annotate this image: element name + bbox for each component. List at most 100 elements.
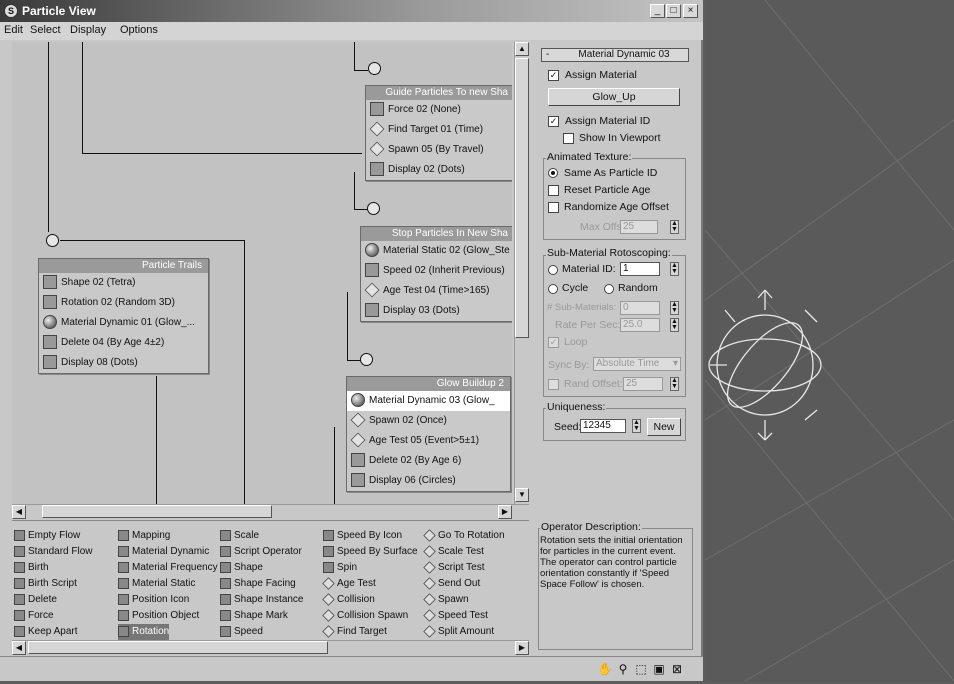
- zoom-region-icon[interactable]: ⬚: [633, 661, 649, 677]
- operator-row[interactable]: Force 02 (None): [366, 100, 512, 120]
- material-id-spinner-icon[interactable]: ▲ ▼: [670, 262, 679, 276]
- depot-item-rotation[interactable]: Rotation: [118, 624, 170, 640]
- depot-item-spawn[interactable]: Spawn: [423, 592, 469, 608]
- scroll-left-icon[interactable]: ◀: [12, 641, 26, 655]
- depot-item-birth[interactable]: Birth: [14, 560, 49, 576]
- stop-input-node[interactable]: [367, 202, 380, 215]
- zoom-extents-icon[interactable]: ▣: [651, 661, 667, 677]
- depot-item-age-test[interactable]: Age Test: [322, 576, 376, 592]
- scroll-down-icon[interactable]: ▼: [515, 488, 529, 502]
- operator-row[interactable]: Display 08 (Dots): [39, 353, 208, 373]
- assign-material-id-checkbox[interactable]: ✓: [548, 116, 559, 127]
- sync-by-dropdown[interactable]: Absolute Time ▾: [593, 357, 681, 371]
- depot-item-speed-by-icon[interactable]: Speed By Icon: [323, 528, 402, 544]
- depot-item-force[interactable]: Force: [14, 608, 54, 624]
- loop-checkbox[interactable]: ✓: [548, 337, 559, 348]
- random-radio[interactable]: [604, 284, 614, 294]
- new-seed-button[interactable]: New: [647, 418, 681, 436]
- depot-item-find-target[interactable]: Find Target: [322, 624, 387, 640]
- rand-offset-spinner-icon[interactable]: ▲ ▼: [670, 377, 679, 391]
- max-offset-spinner-icon[interactable]: ▲ ▼: [670, 220, 679, 234]
- depot-item-split-amount[interactable]: Split Amount: [423, 624, 494, 640]
- close-button[interactable]: ×: [683, 4, 698, 18]
- operator-row[interactable]: Delete 02 (By Age 6): [347, 451, 510, 471]
- 3d-viewport[interactable]: [704, 0, 954, 682]
- menu-options[interactable]: Options: [120, 24, 158, 36]
- depot-item-speed[interactable]: Speed: [220, 624, 263, 640]
- depot-item-collision-spawn[interactable]: Collision Spawn: [322, 608, 408, 624]
- operator-row[interactable]: Material Dynamic 01 (Glow_...: [39, 313, 208, 333]
- material-id-radio[interactable]: [548, 265, 558, 275]
- reset-particle-age-checkbox[interactable]: [548, 185, 559, 196]
- event-glow-buildup[interactable]: Glow Buildup 2 Material Dynamic 03 (Glow…: [346, 376, 511, 492]
- seed-field[interactable]: 12345: [580, 419, 626, 433]
- operator-row[interactable]: Display 06 (Circles): [347, 471, 510, 491]
- canvas-vertical-scrollbar[interactable]: ▲ ▼: [514, 42, 529, 504]
- scroll-right-icon[interactable]: ▶: [498, 505, 512, 519]
- guide-input-node[interactable]: [368, 62, 381, 75]
- scroll-left-icon[interactable]: ◀: [12, 505, 26, 519]
- operator-row[interactable]: Rotation 02 (Random 3D): [39, 293, 208, 313]
- rate-per-sec-field[interactable]: 25.0: [620, 318, 660, 332]
- depot-item-material-frequency[interactable]: Material Frequency: [118, 560, 218, 576]
- operator-row[interactable]: Delete 04 (By Age 4±2): [39, 333, 208, 353]
- menu-select[interactable]: Select: [30, 24, 61, 36]
- depot-item-material-dynamic[interactable]: Material Dynamic: [118, 544, 209, 560]
- seed-spinner-icon[interactable]: ▲ ▼: [632, 419, 641, 433]
- event-guide-particles[interactable]: Guide Particles To new Sha Force 02 (Non…: [365, 85, 512, 181]
- event-particle-trails[interactable]: Particle Trails Shape 02 (Tetra) Rotatio…: [38, 258, 209, 374]
- scroll-up-icon[interactable]: ▲: [515, 42, 529, 56]
- depot-item-empty-flow[interactable]: Empty Flow: [14, 528, 80, 544]
- rand-offset-checkbox[interactable]: [548, 379, 559, 390]
- minimize-button[interactable]: _: [650, 4, 665, 18]
- operator-row[interactable]: Material Static 02 (Glow_Ste: [361, 241, 512, 261]
- max-offset-field[interactable]: 25: [620, 220, 658, 234]
- depot-scrollbar[interactable]: ◀ ▶: [12, 640, 529, 655]
- glow-input-node[interactable]: [360, 353, 373, 366]
- depot-item-scale-test[interactable]: Scale Test: [423, 544, 484, 560]
- particle-emitter-gizmo[interactable]: [705, 270, 845, 470]
- operator-row[interactable]: Spawn 02 (Once): [347, 411, 510, 431]
- trails-input-node[interactable]: [46, 234, 59, 247]
- same-as-particle-id-radio[interactable]: [548, 168, 558, 178]
- operator-row[interactable]: Spawn 05 (By Travel): [366, 140, 512, 160]
- depot-item-spin[interactable]: Spin: [323, 560, 357, 576]
- operator-row[interactable]: Find Target 01 (Time): [366, 120, 512, 140]
- depot-item-shape-mark[interactable]: Shape Mark: [220, 608, 288, 624]
- cycle-radio[interactable]: [548, 284, 558, 294]
- depot-item-send-out[interactable]: Send Out: [423, 576, 480, 592]
- depot-item-collision[interactable]: Collision: [322, 592, 375, 608]
- collapse-icon[interactable]: -: [546, 49, 549, 61]
- event-canvas[interactable]: Guide Particles To new Sha Force 02 (Non…: [12, 42, 512, 504]
- scroll-thumb[interactable]: [42, 505, 272, 518]
- material-button[interactable]: Glow_Up: [548, 88, 680, 106]
- canvas-horizontal-scrollbar[interactable]: ◀ ▶: [12, 504, 529, 519]
- depot-item-shape-facing[interactable]: Shape Facing: [220, 576, 296, 592]
- depot-item-mapping[interactable]: Mapping: [118, 528, 170, 544]
- event-stop-particles[interactable]: Stop Particles In New Sha Material Stati…: [360, 226, 512, 322]
- depot-item-birth-script[interactable]: Birth Script: [14, 576, 77, 592]
- depot-item-go-to-rotation[interactable]: Go To Rotation: [423, 528, 505, 544]
- menu-display[interactable]: Display: [70, 24, 106, 36]
- scroll-right-icon[interactable]: ▶: [515, 641, 529, 655]
- depot-item-position-icon[interactable]: Position Icon: [118, 592, 189, 608]
- depot-item-shape-instance[interactable]: Shape Instance: [220, 592, 304, 608]
- randomize-age-offset-checkbox[interactable]: [548, 202, 559, 213]
- assign-material-checkbox[interactable]: ✓: [548, 70, 559, 81]
- depot-item-material-static[interactable]: Material Static: [118, 576, 195, 592]
- depot-item-script-operator[interactable]: Script Operator: [220, 544, 302, 560]
- material-id-field[interactable]: 1: [620, 262, 660, 276]
- operator-row[interactable]: Display 03 (Dots): [361, 301, 512, 321]
- depot-item-delete[interactable]: Delete: [14, 592, 57, 608]
- rollout-header[interactable]: - Material Dynamic 03: [541, 48, 689, 62]
- scroll-thumb[interactable]: [28, 641, 328, 654]
- maximize-button[interactable]: □: [666, 4, 681, 18]
- zoom-icon[interactable]: ⚲: [615, 661, 631, 677]
- num-sub-materials-field[interactable]: 0: [620, 301, 660, 315]
- operator-row-selected[interactable]: Material Dynamic 03 (Glow_: [347, 391, 510, 411]
- scroll-thumb[interactable]: [515, 58, 529, 338]
- depot-item-speed-test[interactable]: Speed Test: [423, 608, 488, 624]
- depot-item-standard-flow[interactable]: Standard Flow: [14, 544, 92, 560]
- operator-row[interactable]: Age Test 05 (Event>5±1): [347, 431, 510, 451]
- menu-edit[interactable]: Edit: [4, 24, 23, 36]
